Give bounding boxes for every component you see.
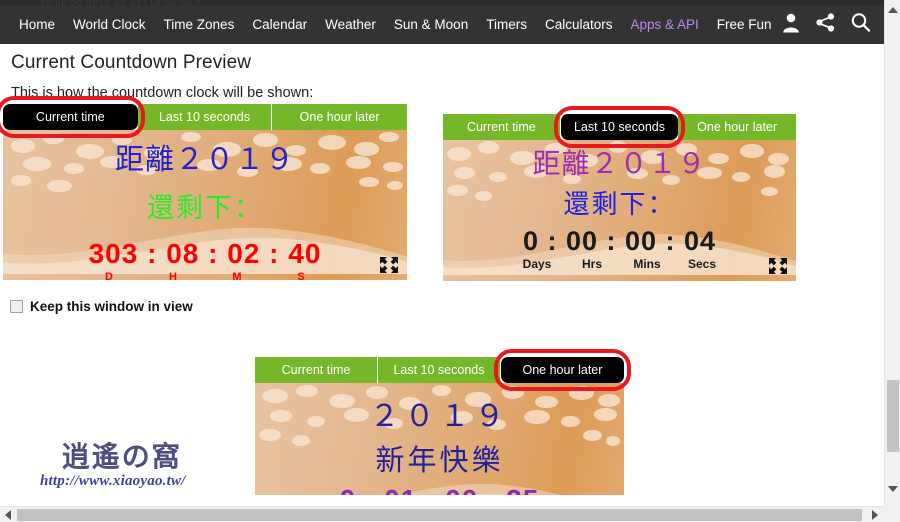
widget2-title-line2: 還剩下： <box>563 190 676 219</box>
widget1-tab-current-time[interactable]: Current time <box>0 96 145 138</box>
widget2-label-days: Days <box>522 257 552 271</box>
nav-link-weather[interactable]: Weather <box>316 6 385 44</box>
widget2-unit-labels: Days Hrs Mins Secs <box>443 257 796 271</box>
widget2-clockface: 距離２０１９ 還剩下： 0 : 00 : 00 : 04 Days Hrs Mins… <box>443 140 796 281</box>
widget2-label-seconds: Secs <box>687 257 717 271</box>
site-navigation-bar: Home World Clock Time Zones Calendar Wea… <box>0 6 884 44</box>
widget1-unit-labels: DHMS <box>3 271 407 280</box>
nav-icons <box>781 12 877 38</box>
widget1-clockface: 距離２０１９ 還剩下： 303 : 08 : 02 : 40 D H M S <box>3 130 407 280</box>
nav-link-calendar[interactable]: Calendar <box>243 6 316 44</box>
keep-window-in-view-checkbox[interactable] <box>10 300 23 313</box>
nav-link-timers[interactable]: Timers <box>477 6 536 44</box>
widget3-clockface: ２０１９ 新年快樂 0 : 01 : 00 : 25 DaysHrsMinsSe… <box>255 383 624 495</box>
widget1-title-line1: 距離２０１９ <box>114 144 295 176</box>
horizontal-scrollbar-thumb[interactable] <box>17 509 862 521</box>
nav-link-free-fun[interactable]: Free Fun <box>708 6 781 44</box>
user-account-icon[interactable] <box>781 12 801 38</box>
widget1-label-seconds: S <box>297 271 305 280</box>
scroll-right-arrow[interactable] <box>868 507 882 522</box>
widget1-tab-one-hour-later[interactable]: One hour later <box>272 104 407 130</box>
nav-links: Home World Clock Time Zones Calendar Wea… <box>10 6 781 44</box>
search-icon[interactable] <box>850 12 871 38</box>
countdown-widget-one-hour-later: Current time Last 10 seconds One hour la… <box>255 349 631 495</box>
widget3-tab-current-time[interactable]: Current time <box>255 357 378 383</box>
widget1-tab-last-10-seconds[interactable]: Last 10 seconds <box>137 104 273 130</box>
nav-link-calculators[interactable]: Calculators <box>536 6 622 44</box>
keep-window-in-view-label: Keep this window in view <box>30 299 193 314</box>
widget1-label-days: D <box>105 271 113 280</box>
nav-link-apps-and-api[interactable]: Apps & API <box>621 6 707 44</box>
keep-window-in-view-row[interactable]: Keep this window in view <box>10 299 193 314</box>
countdown-widget-current-time: Current time Last 10 seconds One hour la… <box>0 96 407 280</box>
widget2-countdown-digits: 0 : 00 : 00 : 04 <box>522 226 717 256</box>
widget2-tabbar: Current time Last 10 seconds One hour la… <box>443 106 796 148</box>
widget3-title-line2: 新年快樂 <box>375 445 504 477</box>
page-title: Current Countdown Preview <box>11 52 252 73</box>
widget3-title-line1: ２０１９ <box>369 400 510 433</box>
widget1-tabbar: Current time Last 10 seconds One hour la… <box>0 96 407 138</box>
scroll-up-arrow[interactable] <box>885 2 900 18</box>
widget2-fullscreen-icon[interactable] <box>768 257 788 275</box>
widget1-label-hours: H <box>169 271 177 280</box>
nav-link-home[interactable]: Home <box>10 6 64 44</box>
page-content: Current Countdown Preview This is how th… <box>0 47 884 495</box>
widget2-tab-current-time[interactable]: Current time <box>443 114 561 140</box>
watermark-url: http://www.xiaoyao.tw/ <box>40 473 186 489</box>
widget3-tabbar: Current time Last 10 seconds One hour la… <box>255 349 631 391</box>
horizontal-scrollbar[interactable] <box>0 506 900 522</box>
vertical-scrollbar-thumb[interactable] <box>887 380 899 452</box>
widget1-fullscreen-icon[interactable] <box>379 256 399 274</box>
nav-link-world-clock[interactable]: World Clock <box>64 6 155 44</box>
widget1-label-minutes: M <box>232 271 242 280</box>
scroll-left-arrow[interactable] <box>1 507 15 522</box>
widget2-title-line1: 距離２０１９ <box>532 149 707 180</box>
widget3-countdown-digits: 0 : 01 : 00 : 25 <box>255 484 624 495</box>
vertical-scrollbar[interactable] <box>884 0 900 507</box>
page-subtitle: This is how the countdown clock will be … <box>11 85 314 101</box>
widget3-tab-last-10-seconds[interactable]: Last 10 seconds <box>377 357 501 383</box>
widget2-tab-last-10-seconds[interactable]: Last 10 seconds <box>553 106 685 148</box>
widget1-title-line2: 還剩下： <box>147 193 263 223</box>
share-icon[interactable] <box>815 12 836 38</box>
scroll-down-arrow[interactable] <box>885 481 900 497</box>
watermark-logo: 逍遙の窩 <box>61 440 182 473</box>
widget2-label-minutes: Mins <box>633 257 661 271</box>
widget2-tab-one-hour-later[interactable]: One hour later <box>678 114 796 140</box>
nav-link-sun-and-moon[interactable]: Sun & Moon <box>385 6 477 44</box>
nav-link-time-zones[interactable]: Time Zones <box>155 6 244 44</box>
browser-viewport: 18:00:00 2019-00-01T18:00:00 T Home Worl… <box>0 0 900 522</box>
widget3-tab-one-hour-later[interactable]: One hour later <box>493 349 631 391</box>
site-watermark: 逍遙の窩 http://www.xiaoyao.tw/ <box>40 435 186 490</box>
widget1-countdown-digits: 303 : 08 : 02 : 40 <box>88 238 322 269</box>
scrollbar-corner <box>884 506 900 522</box>
countdown-widget-last-10-seconds: Current time Last 10 seconds One hour la… <box>443 106 796 281</box>
widget2-label-hours: Hrs <box>581 257 602 271</box>
